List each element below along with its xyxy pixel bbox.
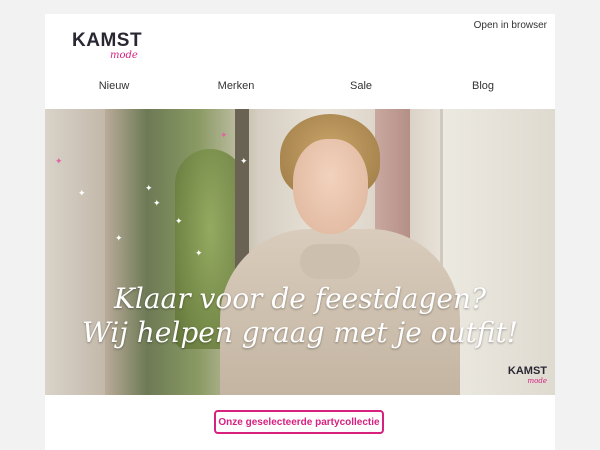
hero-bg-wall — [45, 109, 105, 395]
brand-logo[interactable]: KAMST mode — [72, 28, 152, 68]
hero-brand-logo: KAMST mode — [508, 365, 547, 385]
hero-person-face — [293, 139, 368, 234]
sparkle-icon: ✦ — [115, 233, 123, 243]
hero-banner[interactable]: ✦ ✦ ✦ ✦ ✦ ✦ ✦ ✦ ✦ Klaar voor de feestdag… — [45, 109, 555, 395]
hero-logo-script: mode — [527, 377, 547, 385]
sparkle-icon: ✦ — [55, 156, 63, 166]
hero-person-bow — [300, 244, 360, 279]
logo-wordmark: KAMST — [72, 30, 143, 51]
hero-headline-line1: Klaar voor de feestdagen? — [113, 282, 487, 315]
sparkle-icon: ✦ — [220, 130, 228, 140]
sparkle-icon: ✦ — [175, 216, 183, 226]
open-in-browser-link[interactable]: Open in browser — [474, 20, 547, 31]
main-nav: Nieuw Merken Sale Blog — [45, 80, 555, 98]
hero-logo-wordmark: KAMST — [507, 365, 547, 377]
logo-script: mode — [110, 50, 138, 61]
nav-item-nieuw[interactable]: Nieuw — [99, 80, 130, 92]
nav-item-blog[interactable]: Blog — [472, 80, 494, 92]
hero-headline: Klaar voor de feestdagen? Wij helpen gra… — [45, 282, 555, 350]
sparkle-icon: ✦ — [78, 188, 86, 198]
sparkle-icon: ✦ — [153, 198, 161, 208]
nav-item-merken[interactable]: Merken — [218, 80, 255, 92]
hero-headline-line2: Wij helpen graag met je outfit! — [81, 316, 519, 349]
sparkle-icon: ✦ — [240, 156, 248, 166]
party-collection-button[interactable]: Onze geselecteerde partycollectie — [214, 410, 384, 434]
email-card: KAMST mode Open in browser Nieuw Merken … — [45, 14, 555, 450]
sparkle-icon: ✦ — [145, 183, 153, 193]
sparkle-icon: ✦ — [195, 248, 203, 258]
nav-item-sale[interactable]: Sale — [350, 80, 372, 92]
